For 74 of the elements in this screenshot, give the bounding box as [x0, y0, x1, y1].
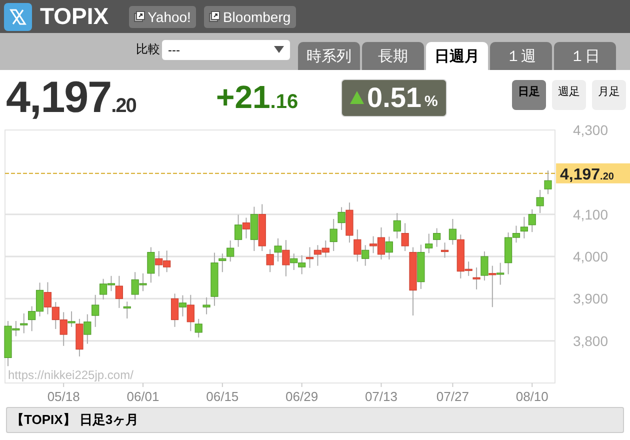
candlestick: [194, 318, 202, 338]
interval-button[interactable]: 週足: [552, 80, 586, 110]
compare-dropdown[interactable]: ---: [162, 40, 290, 60]
y-axis-label: 4,100: [572, 206, 608, 222]
candlestick: [234, 214, 242, 248]
candlestick: [147, 246, 155, 284]
candlestick: [536, 189, 544, 214]
candlestick: [528, 208, 536, 233]
candlestick: [178, 294, 187, 317]
candlestick: [242, 217, 250, 239]
candlestick: [282, 240, 290, 277]
candlestick: [338, 206, 346, 230]
dropdown-caret-icon: [274, 46, 284, 53]
chart-tab[interactable]: 時系列: [298, 42, 360, 70]
x-axis-label: 07/13: [364, 389, 398, 404]
x-axis-label: 08/10: [516, 389, 548, 404]
candlestick: [170, 293, 179, 328]
candlestick: [425, 233, 433, 254]
change-value: +21.16: [216, 79, 300, 116]
candlestick: [123, 301, 131, 319]
candlestick: [544, 170, 552, 195]
chart-tab[interactable]: 日週月: [426, 42, 488, 70]
footer-caption: 【TOPIX】 日足3ヶ月: [6, 407, 624, 433]
candlestick: [354, 229, 362, 262]
page-title: TOPIX: [40, 3, 109, 30]
candlestick: [362, 244, 370, 266]
chart-tab[interactable]: １週: [490, 42, 552, 70]
y-axis-label: 3,900: [572, 290, 608, 307]
candlestick: [480, 250, 488, 282]
x-axis-label: 06/15: [206, 389, 239, 404]
candlestick: [433, 228, 441, 248]
y-axis-label: 4,300: [572, 125, 608, 138]
interval-button[interactable]: 月足: [592, 80, 626, 110]
candlestick: [385, 236, 393, 260]
external-link-button[interactable]: Bloomberg: [204, 6, 296, 28]
external-link-icon: [134, 11, 145, 22]
chart-tab[interactable]: 長期: [362, 42, 424, 70]
watermark-url: https://nikkei225jp.com/: [8, 368, 134, 382]
candlestick: [20, 312, 28, 334]
x-axis-label: 06/01: [126, 389, 160, 404]
candlestick: [274, 238, 282, 262]
candlestick: [202, 296, 210, 315]
external-link-button[interactable]: Yahoo!: [128, 6, 196, 28]
candlestick: [115, 275, 123, 308]
compare-label: 比較: [136, 41, 160, 58]
candlestick: [68, 310, 76, 328]
x-axis-label: 07/27: [436, 389, 469, 404]
candlestick: [330, 218, 338, 252]
candlestick: [520, 216, 528, 239]
x-axis-label: 06/29: [286, 389, 318, 404]
interval-button[interactable]: 日足: [512, 80, 546, 110]
current-price-label: 4,197.20: [556, 163, 630, 184]
x-logo-icon[interactable]: [4, 2, 32, 30]
candlestick: [440, 242, 449, 258]
x-axis-label: 05/18: [47, 389, 80, 404]
candlestick: [218, 253, 226, 273]
y-axis-label: 4,000: [572, 248, 608, 264]
y-axis-label: 3,800: [572, 332, 608, 349]
candlestick: [401, 222, 409, 252]
candlestick: [186, 294, 194, 332]
candlestick: [92, 294, 100, 328]
candlestick: [496, 262, 504, 286]
candlestick: [472, 266, 480, 290]
candlestick: [226, 240, 234, 262]
chart-tab[interactable]: １日: [554, 42, 616, 70]
candlestick: [266, 248, 274, 273]
candlestick: [84, 314, 92, 344]
price-value: 4,197.20: [6, 72, 137, 122]
percent-badge: 0.51%: [341, 78, 447, 116]
candlestick: [306, 246, 314, 268]
candlestick: [393, 212, 401, 239]
candlestick: [448, 218, 457, 246]
external-link-icon: [208, 11, 220, 22]
candlestick: [488, 265, 496, 308]
